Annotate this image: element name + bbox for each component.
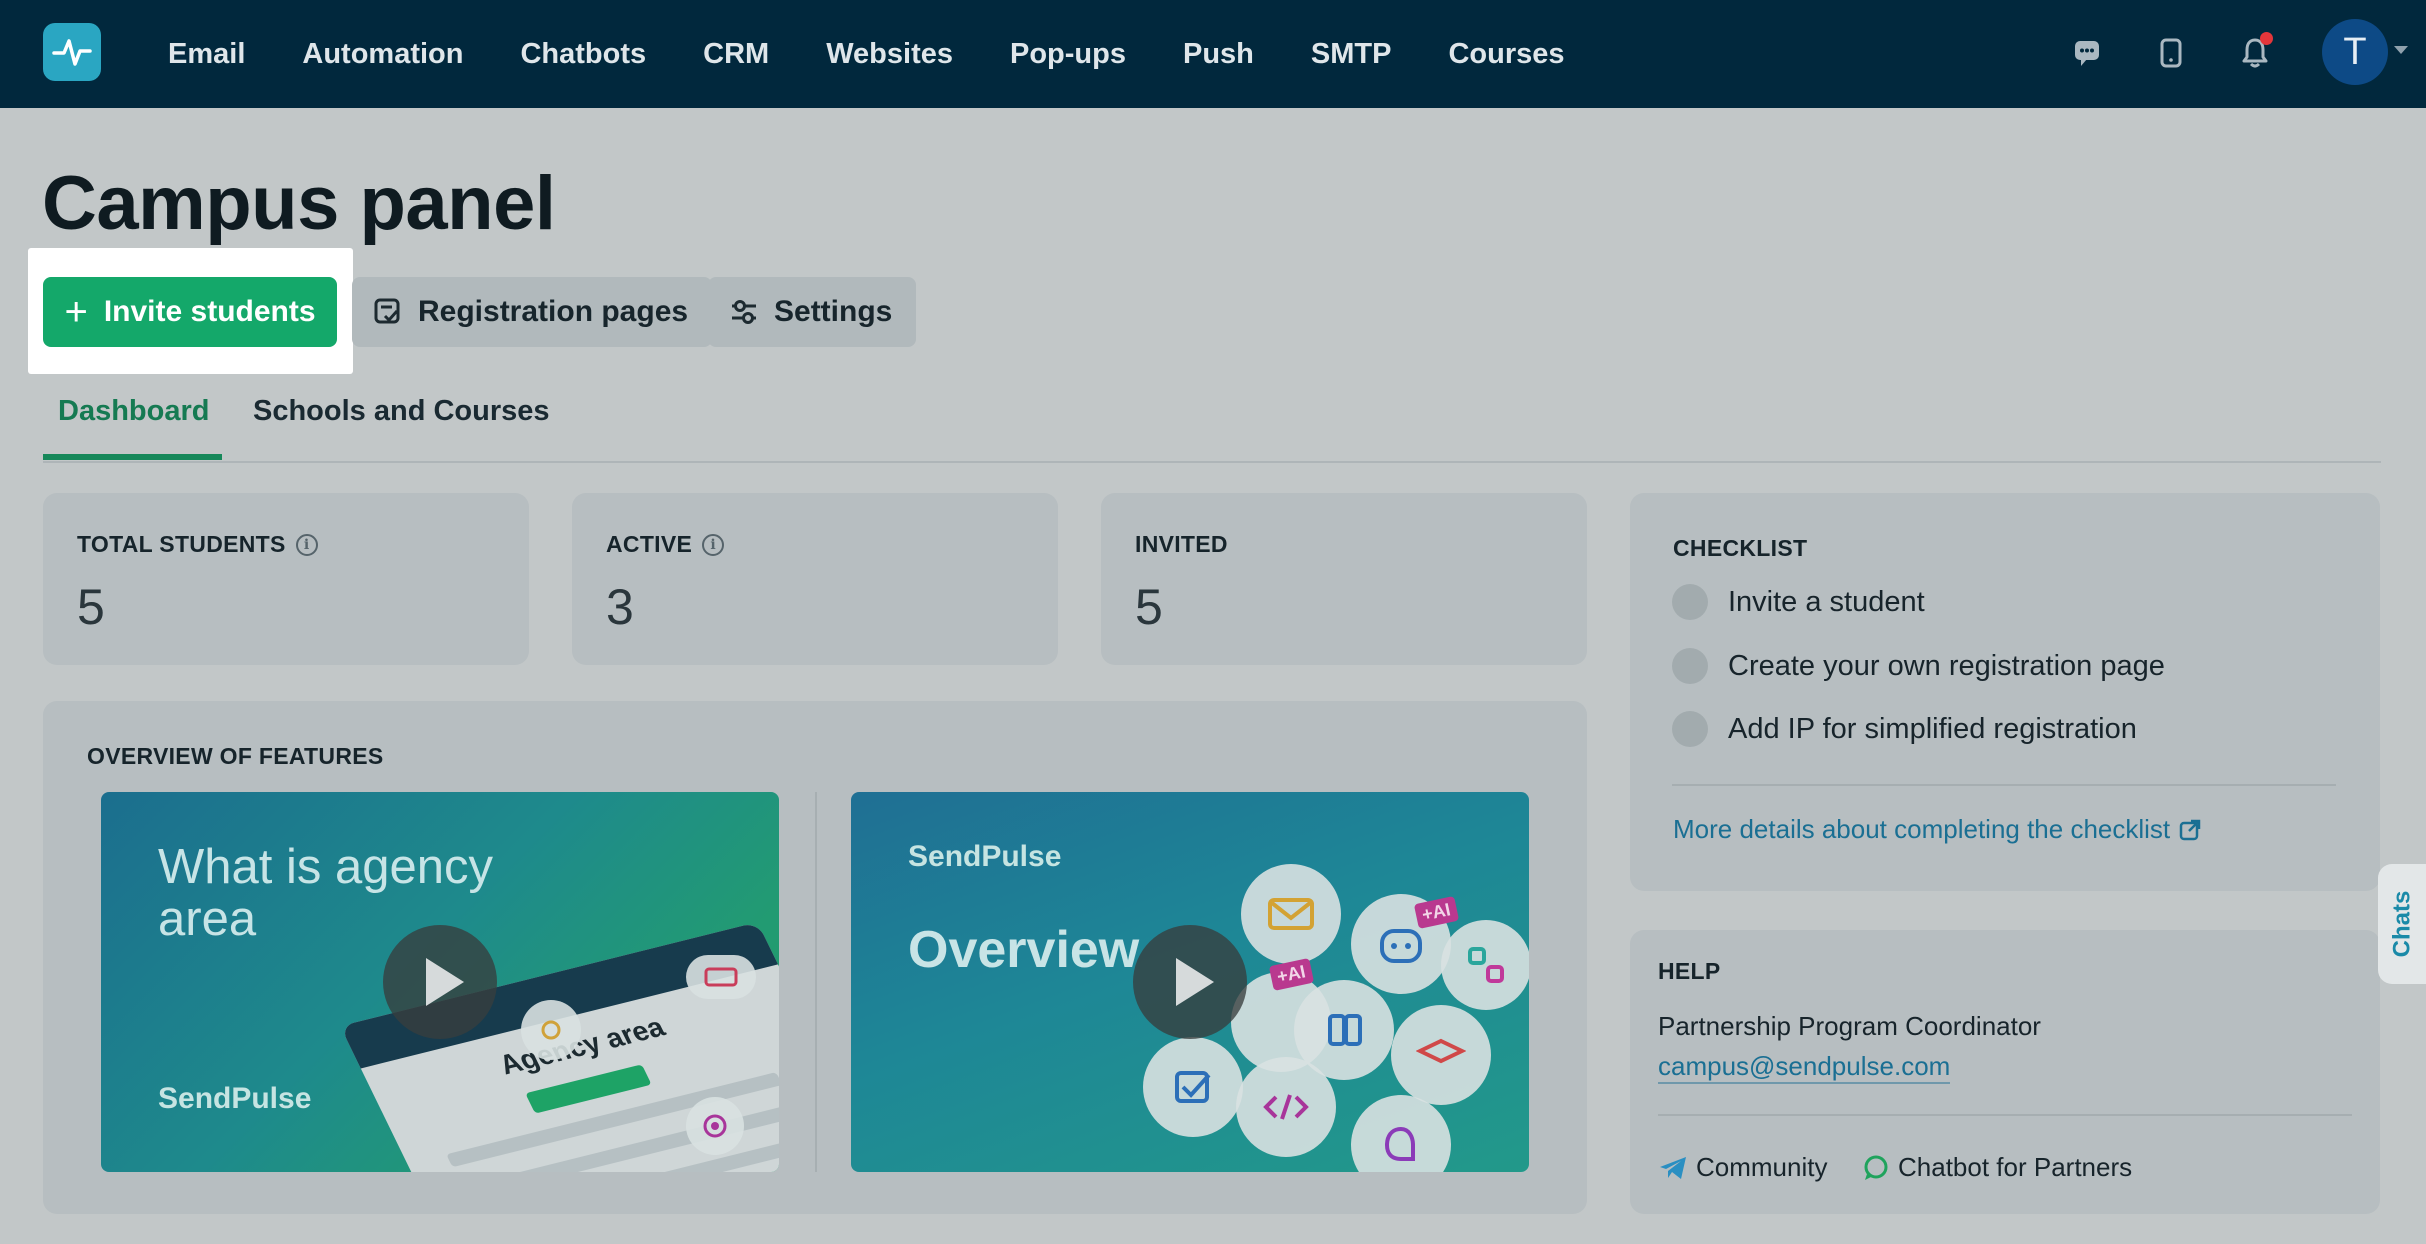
chevron-down-icon[interactable] xyxy=(2394,46,2408,54)
tab-schools-and-courses[interactable]: Schools and Courses xyxy=(253,395,550,428)
checklist-title: CHECKLIST xyxy=(1673,535,1808,561)
checklist-more-link-text[interactable]: More details about completing the checkl… xyxy=(1673,814,2170,845)
checklist-item[interactable]: Invite a student xyxy=(1672,584,1925,620)
info-icon[interactable]: i xyxy=(702,533,725,556)
nav-crm[interactable]: CRM xyxy=(703,38,769,71)
stat-label-total: TOTAL STUDENTS i xyxy=(77,531,318,558)
settings-button[interactable]: Settings xyxy=(708,277,917,347)
envelope-icon xyxy=(1241,864,1341,964)
sendpulse-logo-icon[interactable] xyxy=(43,23,101,81)
play-button[interactable] xyxy=(383,925,497,1039)
video-1-title: What is agency area xyxy=(158,840,493,946)
checklist-circle-icon[interactable] xyxy=(1672,648,1708,684)
ticket-icon xyxy=(686,955,756,999)
registration-pages-label: Registration pages xyxy=(418,295,689,328)
nav-smtp[interactable]: SMTP xyxy=(1311,38,1392,71)
code-icon xyxy=(1236,1057,1336,1157)
registration-pages-button[interactable]: Registration pages xyxy=(352,277,713,347)
sendpulse-logo-text: SendPulse xyxy=(908,840,1062,873)
notification-dot xyxy=(2260,32,2273,45)
top-navigation-bar: Email Automation Chatbots CRM Websites P… xyxy=(0,0,2426,108)
chatbot-for-partners-link[interactable]: Chatbot for Partners xyxy=(1862,1152,2132,1183)
community-link[interactable]: Community xyxy=(1658,1152,1827,1183)
tab-dashboard[interactable]: Dashboard xyxy=(58,395,209,428)
video-agency-area[interactable]: What is agency area Agency area SendPuls… xyxy=(101,792,779,1172)
stat-label-total-text: TOTAL STUDENTS xyxy=(77,531,286,557)
invite-students-button[interactable]: + Invite students xyxy=(43,277,337,347)
help-email-link[interactable]: campus@sendpulse.com xyxy=(1658,1051,1951,1084)
swirl-icon xyxy=(686,1097,744,1155)
features-title: OVERVIEW OF FEATURES xyxy=(87,743,384,769)
checklist-item-label: Add IP for simplified registration xyxy=(1728,712,2137,745)
help-title: HELP xyxy=(1658,958,1721,984)
info-icon[interactable]: i xyxy=(295,533,318,556)
nav-websites[interactable]: Websites xyxy=(826,38,953,71)
page-title: Campus panel xyxy=(42,161,556,246)
checklist-item-label: Create your own registration page xyxy=(1728,649,2165,682)
checklist-item[interactable]: Create your own registration page xyxy=(1672,648,2165,684)
tab-active-indicator xyxy=(43,454,222,460)
blocks-icon xyxy=(1441,920,1529,1010)
stat-label-active-text: ACTIVE xyxy=(606,531,693,557)
help-divider xyxy=(1658,1114,2352,1116)
chats-side-tab[interactable]: Chats xyxy=(2378,864,2426,984)
whatsapp-icon xyxy=(1864,1155,1888,1180)
community-label: Community xyxy=(1696,1152,1828,1182)
stat-label-active: ACTIVE i xyxy=(606,531,725,558)
stat-value-invited: 5 xyxy=(1135,579,1163,635)
checkbox-icon xyxy=(1143,1037,1243,1137)
stat-label-invited: INVITED xyxy=(1135,531,1228,557)
graduation-cap-icon xyxy=(1391,1005,1491,1105)
main-nav: Email Automation Chatbots CRM Websites P… xyxy=(168,0,1622,108)
settings-label: Settings xyxy=(774,295,893,328)
checklist-circle-icon[interactable] xyxy=(1672,584,1708,620)
tabs: Dashboard Schools and Courses xyxy=(43,385,2381,463)
stat-value-active: 3 xyxy=(606,579,634,635)
registration-page-icon xyxy=(372,296,404,328)
play-button[interactable] xyxy=(1133,925,1247,1039)
sun-icon xyxy=(521,1000,581,1060)
external-link-icon xyxy=(2178,818,2202,842)
nav-email[interactable]: Email xyxy=(168,38,245,71)
stat-card-total-students: TOTAL STUDENTS i 5 xyxy=(43,493,529,665)
video-overview[interactable]: SendPulse Overview +AI +AI xyxy=(851,792,1529,1172)
checklist-item[interactable]: Add IP for simplified registration xyxy=(1672,711,2137,747)
nav-popups[interactable]: Pop-ups xyxy=(1010,38,1126,71)
stat-card-active: ACTIVE i 3 xyxy=(572,493,1058,665)
chat-icon[interactable] xyxy=(2066,32,2108,74)
video-2-title: Overview xyxy=(908,921,1140,979)
chatbot-for-partners-label: Chatbot for Partners xyxy=(1898,1152,2133,1182)
checklist-item-label: Invite a student xyxy=(1728,585,1925,618)
checklist-more-link[interactable]: More details about completing the checkl… xyxy=(1673,814,2202,845)
nav-courses[interactable]: Courses xyxy=(1448,38,1564,71)
chats-side-tab-label: Chats xyxy=(2388,890,2415,958)
help-role: Partnership Program Coordinator xyxy=(1658,1011,2041,1041)
stat-value-total: 5 xyxy=(77,579,105,635)
nav-automation[interactable]: Automation xyxy=(302,38,463,71)
nav-chatbots[interactable]: Chatbots xyxy=(520,38,646,71)
mobile-icon[interactable] xyxy=(2150,32,2192,74)
bell-icon[interactable] xyxy=(2234,32,2276,74)
invite-students-label: Invite students xyxy=(103,295,316,328)
plus-icon: + xyxy=(64,290,88,334)
user-avatar[interactable]: T xyxy=(2322,19,2388,85)
chat-bubble-icon xyxy=(1351,1095,1451,1172)
checklist-divider xyxy=(1672,784,2336,786)
stat-card-invited: INVITED 5 xyxy=(1101,493,1587,665)
sliders-icon xyxy=(728,296,760,328)
sendpulse-logo-text: SendPulse xyxy=(158,1082,312,1115)
telegram-icon xyxy=(1660,1156,1686,1179)
video-divider xyxy=(815,792,817,1172)
nav-push[interactable]: Push xyxy=(1183,38,1254,71)
checklist-circle-icon[interactable] xyxy=(1672,711,1708,747)
